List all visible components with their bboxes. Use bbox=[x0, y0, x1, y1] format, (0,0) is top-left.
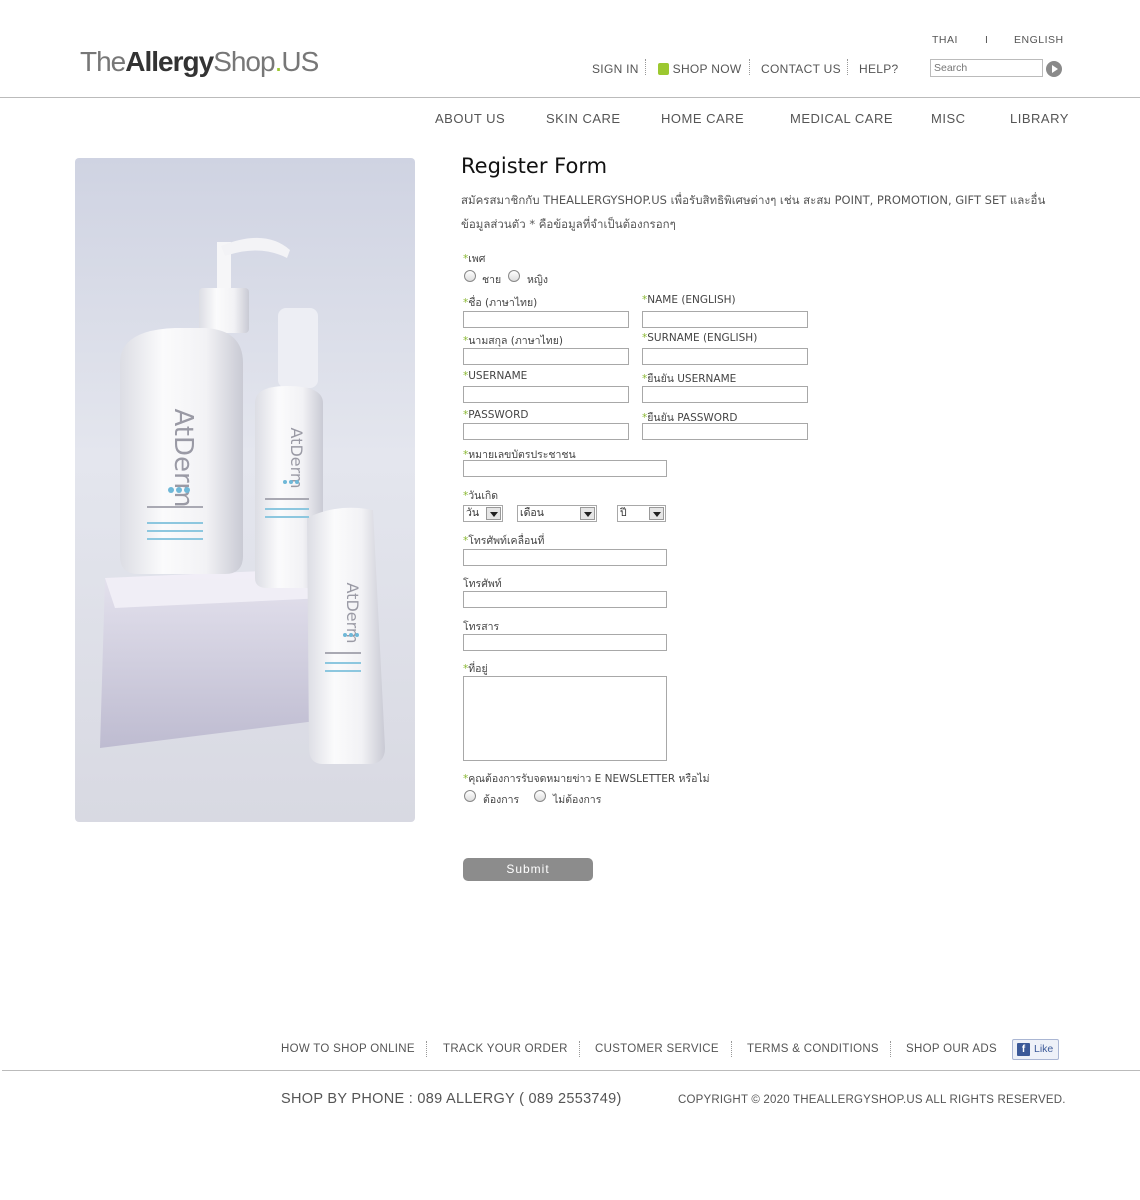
firstname-th-label: *ชื่อ (ภาษาไทย) bbox=[463, 297, 538, 309]
footer-divider bbox=[579, 1041, 580, 1057]
topnav-divider bbox=[847, 59, 848, 75]
contact-us-link[interactable]: CONTACT US bbox=[761, 62, 841, 76]
footer-how-to-shop[interactable]: HOW TO SHOP ONLINE bbox=[281, 1043, 415, 1055]
lang-separator: I bbox=[985, 34, 989, 46]
logo-allergy: Allergy bbox=[125, 46, 214, 77]
chevron-down-icon bbox=[580, 507, 595, 520]
like-label: Like bbox=[1034, 1043, 1054, 1055]
username-input[interactable] bbox=[463, 386, 629, 403]
password-confirm-input[interactable] bbox=[642, 423, 808, 440]
logo-shop: Shop bbox=[213, 46, 275, 77]
topnav-divider bbox=[645, 59, 646, 75]
footer-track-order[interactable]: TRACK YOUR ORDER bbox=[443, 1043, 568, 1055]
shopping-bag-icon bbox=[658, 62, 669, 75]
gender-label: *เพศ bbox=[463, 253, 486, 265]
surname-th-input[interactable] bbox=[463, 348, 629, 365]
footer-divider bbox=[890, 1041, 891, 1057]
surname-th-label: *นามสกุล (ภาษาไทย) bbox=[463, 335, 563, 347]
newsletter-no-label: ไม่ต้องการ bbox=[553, 794, 602, 806]
firstname-en-label: *NAME (ENGLISH) bbox=[642, 294, 736, 306]
product-illustration: AtDerm AtDerm AtDerm bbox=[100, 237, 385, 764]
chevron-down-icon bbox=[486, 507, 501, 520]
footer-divider-line bbox=[2, 1070, 1140, 1071]
firstname-th-input[interactable] bbox=[463, 311, 629, 328]
birthday-year-select[interactable]: ปี bbox=[617, 505, 666, 522]
logo-us: US bbox=[281, 46, 319, 77]
phone-label: โทรศัพท์ bbox=[463, 578, 502, 590]
password-input[interactable] bbox=[463, 423, 629, 440]
header-divider bbox=[0, 97, 1140, 98]
phone-input[interactable] bbox=[463, 591, 667, 608]
form-intro: สมัครสมาชิกกับ THEALLERGYSHOP.US เพื่อรั… bbox=[461, 193, 1046, 207]
site-logo[interactable]: TheAllergyShop.US bbox=[80, 46, 319, 78]
birthday-day-select[interactable]: วัน bbox=[463, 505, 503, 522]
form-required-note: ข้อมูลส่วนตัว * คือข้อมูลที่จำเป็นต้องกร… bbox=[461, 217, 676, 231]
newsletter-label: *คุณต้องการรับจดหมายข่าว E NEWSLETTER หร… bbox=[463, 773, 710, 785]
surname-en-label: *SURNAME (ENGLISH) bbox=[642, 332, 758, 344]
password-label: *PASSWORD bbox=[463, 409, 529, 421]
shop-now-label: SHOP NOW bbox=[672, 62, 742, 76]
fax-input[interactable] bbox=[463, 634, 667, 651]
mobile-input[interactable] bbox=[463, 549, 667, 566]
footer-customer-service[interactable]: CUSTOMER SERVICE bbox=[595, 1043, 719, 1055]
shop-by-phone: SHOP BY PHONE : 089 ALLERGY ( 089 255374… bbox=[281, 1091, 622, 1107]
lang-thai-link[interactable]: THAI bbox=[932, 34, 958, 46]
brand-label-medium: AtDerm bbox=[287, 428, 306, 489]
nav-medical-care[interactable]: MEDICAL CARE bbox=[790, 111, 893, 126]
footer-terms[interactable]: TERMS & CONDITIONS bbox=[747, 1043, 879, 1055]
submit-button[interactable]: Submit bbox=[463, 858, 593, 881]
id-card-input[interactable] bbox=[463, 460, 667, 477]
username-label: *USERNAME bbox=[463, 370, 528, 382]
gender-male-radio[interactable] bbox=[464, 270, 476, 282]
fax-label: โทรสาร bbox=[463, 621, 500, 633]
facebook-like-button[interactable]: f Like bbox=[1012, 1039, 1059, 1060]
chevron-down-icon bbox=[649, 507, 664, 520]
nav-skin-care[interactable]: SKIN CARE bbox=[546, 111, 621, 126]
facebook-icon: f bbox=[1017, 1043, 1030, 1056]
gender-female-label: หญิง bbox=[527, 274, 548, 286]
address-textarea[interactable] bbox=[463, 676, 667, 761]
search-go-icon[interactable] bbox=[1046, 61, 1062, 77]
footer-divider bbox=[731, 1041, 732, 1057]
sign-in-link[interactable]: SIGN IN bbox=[592, 62, 639, 76]
username-confirm-input[interactable] bbox=[642, 386, 808, 403]
surname-en-input[interactable] bbox=[642, 348, 808, 365]
form-title: Register Form bbox=[461, 154, 608, 178]
brand-label-large: AtDerm bbox=[168, 408, 198, 507]
birthday-month-select[interactable]: เดือน bbox=[517, 505, 597, 522]
newsletter-no-radio[interactable] bbox=[534, 790, 546, 802]
nav-library[interactable]: LIBRARY bbox=[1010, 111, 1069, 126]
birthday-label: *วันเกิด bbox=[463, 490, 499, 502]
product-image: AtDerm AtDerm AtDerm bbox=[75, 158, 415, 822]
gender-male-label: ชาย bbox=[482, 274, 502, 286]
help-link[interactable]: HELP? bbox=[859, 62, 899, 76]
nav-misc[interactable]: MISC bbox=[931, 111, 966, 126]
address-label: *ที่อยู่ bbox=[463, 663, 488, 675]
search-input[interactable] bbox=[930, 59, 1043, 77]
nav-home-care[interactable]: HOME CARE bbox=[661, 111, 744, 126]
nav-about-us[interactable]: ABOUT US bbox=[435, 111, 505, 126]
firstname-en-input[interactable] bbox=[642, 311, 808, 328]
topnav-divider bbox=[749, 59, 750, 75]
gender-female-radio[interactable] bbox=[508, 270, 520, 282]
logo-the: The bbox=[80, 46, 126, 77]
shop-now-link[interactable]: SHOP NOW bbox=[658, 62, 742, 76]
footer-divider bbox=[426, 1041, 427, 1057]
mobile-label: *โทรศัพท์เคลื่อนที่ bbox=[463, 535, 545, 547]
newsletter-yes-label: ต้องการ bbox=[483, 794, 520, 806]
footer-shop-our-ads[interactable]: SHOP OUR ADS bbox=[906, 1043, 997, 1055]
newsletter-yes-radio[interactable] bbox=[464, 790, 476, 802]
lang-english-link[interactable]: ENGLISH bbox=[1014, 34, 1064, 46]
copyright: COPYRIGHT © 2020 THEALLERGYSHOP.US ALL R… bbox=[678, 1094, 1066, 1106]
username-confirm-label: *ยืนยัน USERNAME bbox=[642, 373, 737, 385]
